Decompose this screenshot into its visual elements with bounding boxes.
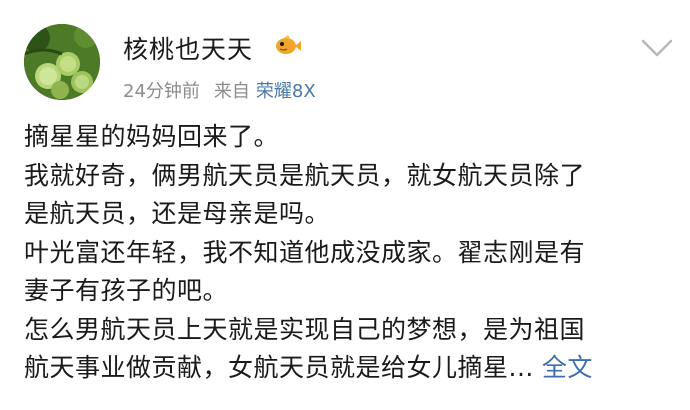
device-link[interactable]: 荣耀8X [256, 81, 316, 102]
content-line: 怎么男航天员上天就是实现自己的梦想，是为祖国 [24, 314, 586, 344]
fish-emoji-icon [272, 30, 302, 60]
expand-full-text-link[interactable]: 全文 [542, 353, 593, 382]
content-line-text: 航天事业做贡献，女航天员就是给女儿摘星 [24, 353, 509, 382]
post-content: 摘星星的妈妈回来了。 我就好奇，俩男航天员是航天员，就女航天员除了 是航天员，还… [24, 118, 674, 388]
walnut-avatar-image [24, 24, 100, 100]
ellipsis: ... [508, 353, 534, 382]
source-prefix: 来自 [213, 81, 250, 102]
username[interactable]: 核桃也天天 [123, 30, 253, 66]
chevron-down-icon[interactable] [640, 36, 674, 60]
content-line: 是航天员，还是母亲是吗。 [24, 199, 331, 228]
content-last-line: 航天事业做贡献，女航天员就是给女儿摘星... 全文 [24, 349, 674, 388]
content-line: 摘星星的妈妈回来了。 [24, 122, 280, 151]
content-line: 我就好奇，俩男航天员是航天员，就女航天员除了 [24, 160, 586, 190]
content-line: 叶光富还年轻，我不知道他成没成家。翟志刚是有 [24, 237, 586, 267]
user-avatar[interactable] [24, 24, 100, 100]
post-time: 24分钟前 [123, 81, 200, 102]
post-meta: 24分钟前 来自 荣耀8X [123, 77, 316, 103]
content-line: 妻子有孩子的吧。 [24, 276, 229, 305]
